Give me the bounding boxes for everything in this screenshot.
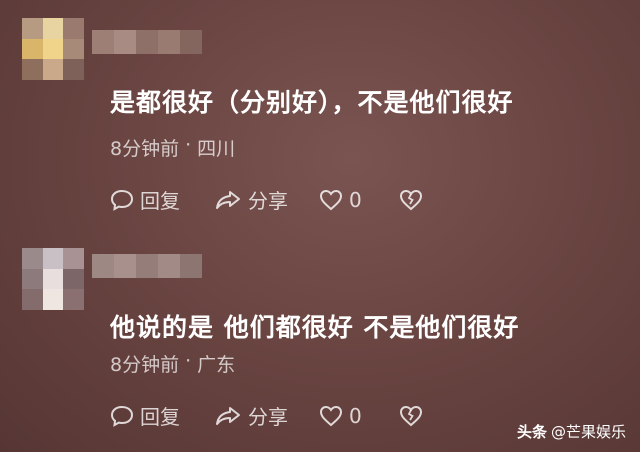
comment-time: 8分钟前 <box>110 354 180 376</box>
comment-icon <box>110 405 134 427</box>
comment-location: 四川 <box>197 138 236 160</box>
avatar-pixelated[interactable] <box>22 18 84 80</box>
like-count: 0 <box>349 403 362 428</box>
watermark: 头条 @芒果娱乐 <box>517 421 626 442</box>
share-arrow-icon <box>216 190 240 209</box>
comment-location: 广东 <box>197 354 236 376</box>
comment-actions: 回复 分享 0 <box>110 185 423 214</box>
comment-meta: 8分钟前 · 广东 <box>110 350 235 377</box>
dislike-button[interactable] <box>399 405 423 427</box>
watermark-account: @芒果娱乐 <box>550 423 626 441</box>
avatar-pixelated[interactable] <box>22 248 84 310</box>
reply-button[interactable]: 回复 <box>110 185 214 214</box>
watermark-platform: 头条 <box>516 423 547 441</box>
reply-button[interactable]: 回复 <box>110 401 214 430</box>
share-button[interactable]: 分享 <box>214 401 319 430</box>
comment-meta: 8分钟前 · 四川 <box>110 134 235 161</box>
heart-outline-icon <box>319 189 343 210</box>
broken-heart-icon <box>399 189 423 210</box>
reply-label: 回复 <box>140 189 180 213</box>
like-button[interactable]: 0 <box>319 188 399 212</box>
username-blurred[interactable] <box>92 254 202 278</box>
share-label: 分享 <box>248 405 288 429</box>
comment-actions: 回复 分享 0 <box>110 401 423 430</box>
share-label: 分享 <box>248 189 288 213</box>
reply-label: 回复 <box>140 405 180 429</box>
share-arrow-icon <box>216 406 240 425</box>
dislike-button[interactable] <box>399 189 423 211</box>
broken-heart-icon <box>399 405 423 426</box>
comment-icon <box>110 189 134 211</box>
like-count: 0 <box>349 187 362 212</box>
like-button[interactable]: 0 <box>319 404 399 428</box>
heart-outline-icon <box>319 405 343 426</box>
username-blurred[interactable] <box>92 30 202 54</box>
meta-separator: · <box>185 350 192 372</box>
comment-time: 8分钟前 <box>110 138 180 160</box>
comment-text: 他说的是 他们都很好 不是他们很好 <box>110 313 520 342</box>
comment-text: 是都很好（分别好），不是他们很好 <box>110 88 514 117</box>
meta-separator: · <box>185 134 192 156</box>
share-button[interactable]: 分享 <box>214 185 319 214</box>
